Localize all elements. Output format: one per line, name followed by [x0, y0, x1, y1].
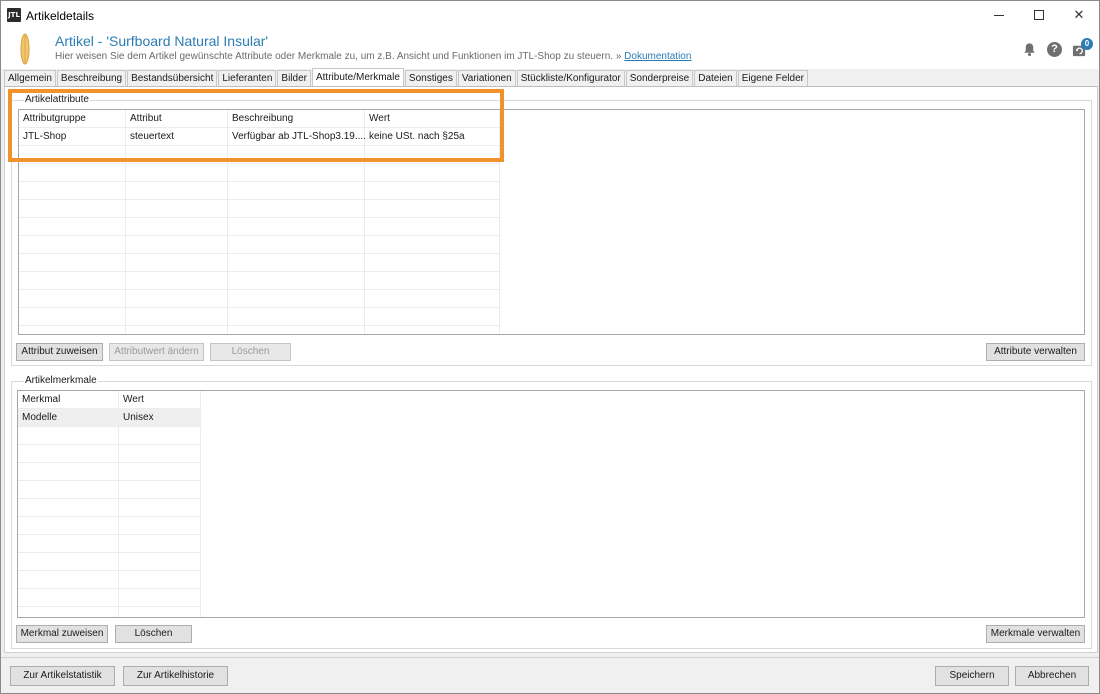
- table-cell: Modelle: [22, 412, 58, 423]
- page-subtitle: Hier weisen Sie dem Artikel gewünschte A…: [55, 51, 691, 62]
- maximize-button[interactable]: [1019, 1, 1059, 29]
- article-statistics-button[interactable]: Zur Artikelstatistik: [10, 666, 115, 686]
- window-title: Artikeldetails: [26, 9, 95, 23]
- page-header: Artikel - 'Surfboard Natural Insular' Hi…: [1, 29, 1099, 69]
- tab-sonstiges[interactable]: Sonstiges: [404, 70, 457, 86]
- change-attribute-value-button[interactable]: Attributwert ändern: [109, 343, 204, 361]
- page-title: Artikel - 'Surfboard Natural Insular': [55, 33, 269, 49]
- article-details-window: JTL Artikeldetails ✕ Artikel - 'Surfboar…: [0, 0, 1100, 694]
- maximize-icon: [1034, 10, 1044, 20]
- tab-lieferanten[interactable]: Lieferanten: [218, 70, 277, 86]
- tab-dateien[interactable]: Dateien: [694, 70, 737, 86]
- column-header[interactable]: Wert: [119, 391, 201, 409]
- assign-feature-button[interactable]: Merkmal zuweisen: [16, 625, 108, 643]
- manage-features-button[interactable]: Merkmale verwalten: [986, 625, 1085, 643]
- save-button[interactable]: Speichern: [935, 666, 1009, 686]
- tab-attribute-merkmale[interactable]: Attribute/Merkmale: [311, 68, 404, 86]
- article-history-button[interactable]: Zur Artikelhistorie: [123, 666, 228, 686]
- tab-beschreibung[interactable]: Beschreibung: [56, 70, 127, 86]
- assign-attribute-button[interactable]: Attribut zuweisen: [16, 343, 103, 361]
- tab-bilder[interactable]: Bilder: [277, 70, 311, 86]
- subtitle-text: Hier weisen Sie dem Artikel gewünschte A…: [55, 51, 625, 62]
- column-header[interactable]: Merkmal: [18, 391, 119, 409]
- features-group-label: Artikelmerkmale: [24, 375, 98, 386]
- manage-attributes-button[interactable]: Attribute verwalten: [986, 343, 1085, 361]
- features-table[interactable]: Merkmal Wert Modelle Unisex: [17, 390, 1085, 618]
- highlight-annotation: [8, 89, 504, 162]
- jtl-app-icon: JTL: [7, 8, 21, 22]
- tab-bar: Allgemein Beschreibung Bestandsübersicht…: [4, 68, 1098, 87]
- bell-icon[interactable]: [1022, 42, 1037, 57]
- close-icon: ✕: [1073, 7, 1085, 22]
- tab-content-panel: Artikelattribute Attributgruppe Attribut…: [4, 87, 1098, 653]
- tab-eigene-felder[interactable]: Eigene Felder: [737, 70, 808, 86]
- title-bar: JTL Artikeldetails ✕: [1, 1, 1099, 29]
- delete-feature-button[interactable]: Löschen: [115, 625, 192, 643]
- surfboard-icon: [20, 33, 30, 65]
- table-row[interactable]: Modelle Unisex: [18, 409, 201, 427]
- documentation-link[interactable]: Dokumentation: [624, 51, 691, 62]
- minimize-icon: [994, 14, 1004, 16]
- cancel-button[interactable]: Abbrechen: [1015, 666, 1089, 686]
- notification-badge: 0: [1081, 38, 1093, 50]
- footer-bar: Zur Artikelstatistik Zur Artikelhistorie…: [1, 657, 1099, 693]
- tab-sonderpreise[interactable]: Sonderpreise: [625, 70, 694, 86]
- tab-allgemein[interactable]: Allgemein: [4, 70, 56, 86]
- delete-attribute-button[interactable]: Löschen: [210, 343, 291, 361]
- table-cell: Unisex: [123, 412, 154, 423]
- close-button[interactable]: ✕: [1059, 1, 1099, 29]
- minimize-button[interactable]: [979, 1, 1019, 29]
- table-header-row: Merkmal Wert: [18, 391, 201, 409]
- tab-stueckliste-konfigurator[interactable]: Stückliste/Konfigurator: [516, 70, 625, 86]
- help-icon[interactable]: ?: [1047, 42, 1062, 57]
- tab-variationen[interactable]: Variationen: [457, 70, 516, 86]
- tab-bestandsuebersicht[interactable]: Bestandsübersicht: [127, 70, 218, 86]
